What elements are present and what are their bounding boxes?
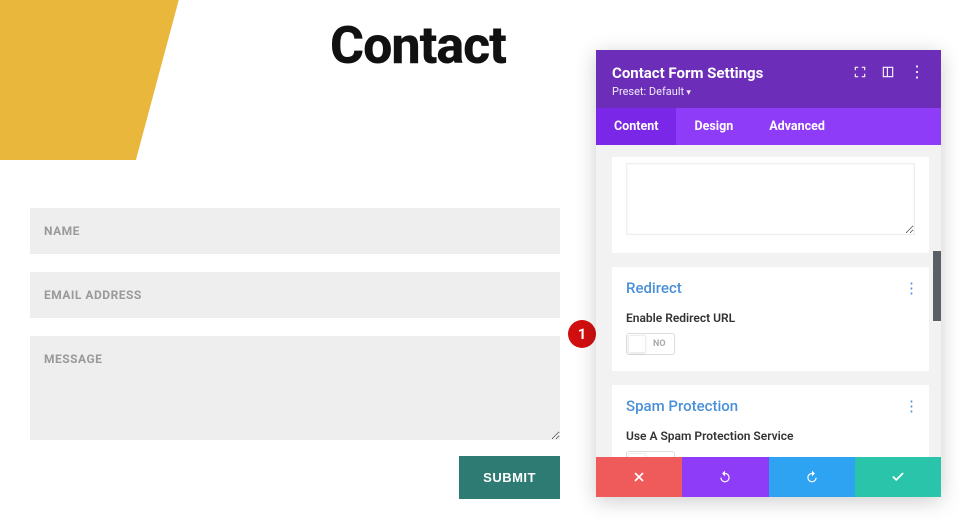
- section-textarea: [612, 157, 929, 253]
- scrollbar-thumb[interactable]: [933, 251, 941, 321]
- expand-icon[interactable]: [853, 65, 867, 79]
- redo-button[interactable]: [769, 457, 855, 497]
- spam-field-label: Use A Spam Protection Service: [626, 429, 915, 443]
- toggle-knob: [628, 335, 646, 353]
- panel-title: Contact Form Settings: [612, 64, 853, 82]
- contact-form: SUBMIT: [30, 208, 560, 499]
- tab-advanced[interactable]: Advanced: [751, 108, 843, 145]
- drag-icon[interactable]: [881, 65, 895, 79]
- check-icon: [891, 470, 905, 484]
- section-more-icon[interactable]: ⋮: [904, 279, 919, 297]
- redirect-toggle[interactable]: NO: [626, 333, 675, 355]
- message-field[interactable]: [30, 336, 560, 440]
- redo-icon: [805, 470, 819, 484]
- spam-toggle[interactable]: NO: [626, 451, 675, 457]
- undo-icon: [718, 470, 732, 484]
- panel-action-bar: [596, 457, 941, 497]
- section-spam-title: Spam Protection: [626, 397, 915, 415]
- email-field[interactable]: [30, 272, 560, 318]
- preset-selector[interactable]: Preset: Default: [612, 85, 853, 98]
- preset-label: Preset: Default: [612, 85, 684, 98]
- settings-panel: Contact Form Settings Preset: Default ⋮ …: [596, 50, 941, 497]
- decorative-shape: [0, 0, 184, 160]
- submit-button[interactable]: SUBMIT: [459, 456, 560, 499]
- redirect-toggle-value: NO: [647, 339, 674, 349]
- redirect-field-label: Enable Redirect URL: [626, 311, 915, 325]
- panel-header: Contact Form Settings Preset: Default ⋮: [596, 50, 941, 108]
- section-redirect: ⋮ Redirect Enable Redirect URL NO: [612, 267, 929, 371]
- tab-content[interactable]: Content: [596, 108, 676, 145]
- tab-design[interactable]: Design: [676, 108, 751, 145]
- section-more-icon[interactable]: ⋮: [904, 397, 919, 415]
- panel-tabs: Content Design Advanced: [596, 108, 941, 145]
- chevron-down-icon: [684, 85, 691, 98]
- panel-body[interactable]: ⋮ Redirect Enable Redirect URL NO ⋮ Spam…: [596, 145, 941, 457]
- name-field[interactable]: [30, 208, 560, 254]
- content-textarea[interactable]: [626, 163, 915, 235]
- section-redirect-title: Redirect: [626, 279, 915, 297]
- more-icon[interactable]: ⋮: [909, 64, 925, 80]
- page-title: Contact: [330, 15, 506, 76]
- toggle-knob: [628, 453, 646, 457]
- save-button[interactable]: [855, 457, 941, 497]
- section-spam: ⋮ Spam Protection Use A Spam Protection …: [612, 385, 929, 457]
- close-icon: [632, 470, 646, 484]
- annotation-badge-1: 1: [568, 320, 596, 348]
- close-button[interactable]: [596, 457, 682, 497]
- undo-button[interactable]: [682, 457, 768, 497]
